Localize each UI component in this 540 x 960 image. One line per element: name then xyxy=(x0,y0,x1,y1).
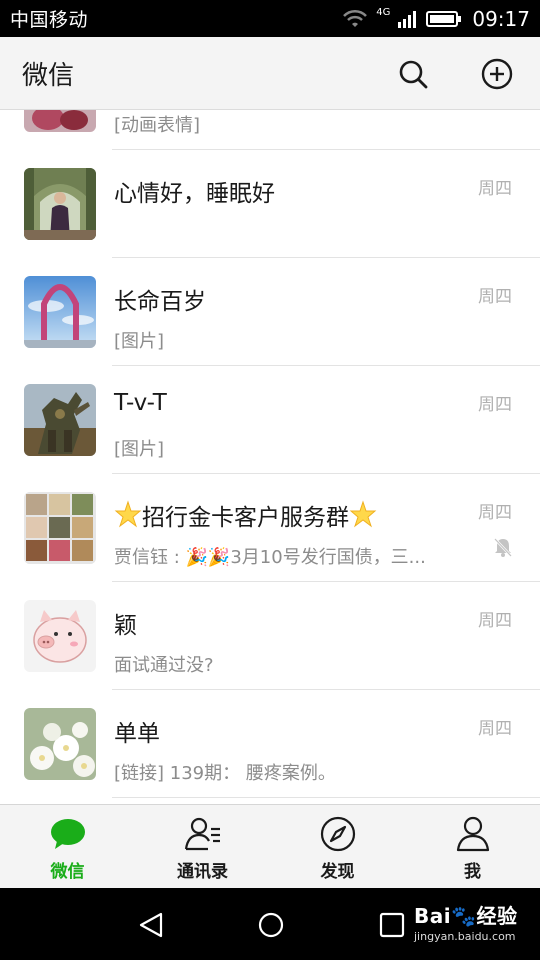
chat-time: 周四 xyxy=(478,503,512,523)
chat-time: 周四 xyxy=(478,719,512,739)
plus-circle-icon[interactable] xyxy=(480,57,514,91)
status-bar: 中国移动 4G 09:17 xyxy=(0,0,540,37)
tab-label: 通讯录 xyxy=(177,862,228,882)
signal-icon xyxy=(398,10,417,28)
chat-name: 单单 xyxy=(114,721,160,747)
chat-row[interactable]: 心情好，睡眠好 周四 xyxy=(0,150,540,258)
chat-bubble-icon xyxy=(50,819,85,849)
compass-icon xyxy=(320,816,355,852)
avatar xyxy=(24,276,96,348)
star-icon xyxy=(114,500,142,528)
avatar xyxy=(24,168,96,240)
chat-preview: [图片] xyxy=(114,439,165,460)
chat-preview: 面试通过没? xyxy=(114,655,214,676)
watermark-url: jingyan.baidu.com xyxy=(414,930,516,943)
battery-icon xyxy=(426,10,462,27)
chat-name: 长命百岁 xyxy=(114,289,206,315)
contacts-icon xyxy=(184,817,220,851)
chat-row[interactable]: 长命百岁 [图片] 周四 xyxy=(0,258,540,366)
carrier-name: 中国移动 xyxy=(10,9,89,31)
avatar xyxy=(24,708,96,780)
bottom-tab-bar: 微信 通讯录 发现 我 xyxy=(0,804,540,888)
avatar xyxy=(24,384,96,456)
avatar xyxy=(24,600,96,672)
tab-discover[interactable]: 发现 xyxy=(270,805,405,888)
home-icon[interactable] xyxy=(256,910,286,940)
avatar xyxy=(24,110,96,132)
chat-row[interactable]: 颖 面试通过没? 周四 xyxy=(0,582,540,690)
chat-name: 颖 xyxy=(114,613,137,639)
chat-row[interactable]: [动画表情] xyxy=(0,110,540,150)
chat-list[interactable]: [动画表情] 心情好，睡眠好 周四 长命百岁 [图片] 周四 T-v-T [图片… xyxy=(0,110,540,804)
watermark-logo: Bai🐾经验 xyxy=(414,904,518,928)
wifi-icon xyxy=(343,9,368,27)
chat-preview: [动画表情] xyxy=(114,115,201,136)
person-icon xyxy=(456,816,489,852)
chat-name: 招行金卡客户服务群 xyxy=(114,498,377,532)
page-title: 微信 xyxy=(22,61,75,91)
tab-label: 微信 xyxy=(50,862,85,882)
watermark: Bai🐾经验 jingyan.baidu.com xyxy=(414,900,530,943)
tab-label: 我 xyxy=(464,862,481,882)
chat-time: 周四 xyxy=(478,179,512,199)
chat-preview: [链接] 139期： 腰疼案例。 xyxy=(114,763,336,784)
chat-preview: [图片] xyxy=(114,331,165,352)
chat-row[interactable]: 单单 [链接] 139期： 腰疼案例。 周四 xyxy=(0,690,540,798)
app-header: 微信 xyxy=(0,37,540,110)
chat-time: 周四 xyxy=(478,287,512,307)
clock: 09:17 xyxy=(472,6,530,31)
divider xyxy=(112,797,540,798)
search-icon[interactable] xyxy=(396,57,430,91)
back-icon[interactable] xyxy=(137,910,167,940)
status-icons: 4G 09:17 xyxy=(342,7,530,31)
chat-preview: 贾信钰 : 🎉🎉3月10号发行国债，三... xyxy=(114,547,426,568)
tab-me[interactable]: 我 xyxy=(405,805,540,888)
tab-label: 发现 xyxy=(320,862,355,882)
chat-name: 心情好，睡眠好 xyxy=(114,181,275,207)
chat-time: 周四 xyxy=(478,611,512,631)
tab-chats[interactable]: 微信 xyxy=(0,805,135,888)
tab-contacts[interactable]: 通讯录 xyxy=(135,805,270,888)
chat-time: 周四 xyxy=(478,395,512,415)
star-icon xyxy=(349,500,377,528)
recents-icon[interactable] xyxy=(377,910,407,940)
mute-bell-icon xyxy=(494,538,512,557)
chat-name: T-v-T xyxy=(114,390,167,416)
chat-row[interactable]: T-v-T [图片] 周四 xyxy=(0,366,540,474)
network-type-label: 4G xyxy=(376,7,391,18)
chat-name-text: 招行金卡客户服务群 xyxy=(142,505,349,531)
group-avatar xyxy=(24,492,96,564)
chat-row[interactable]: 招行金卡客户服务群 贾信钰 : 🎉🎉3月10号发行国债，三... 周四 xyxy=(0,474,540,582)
